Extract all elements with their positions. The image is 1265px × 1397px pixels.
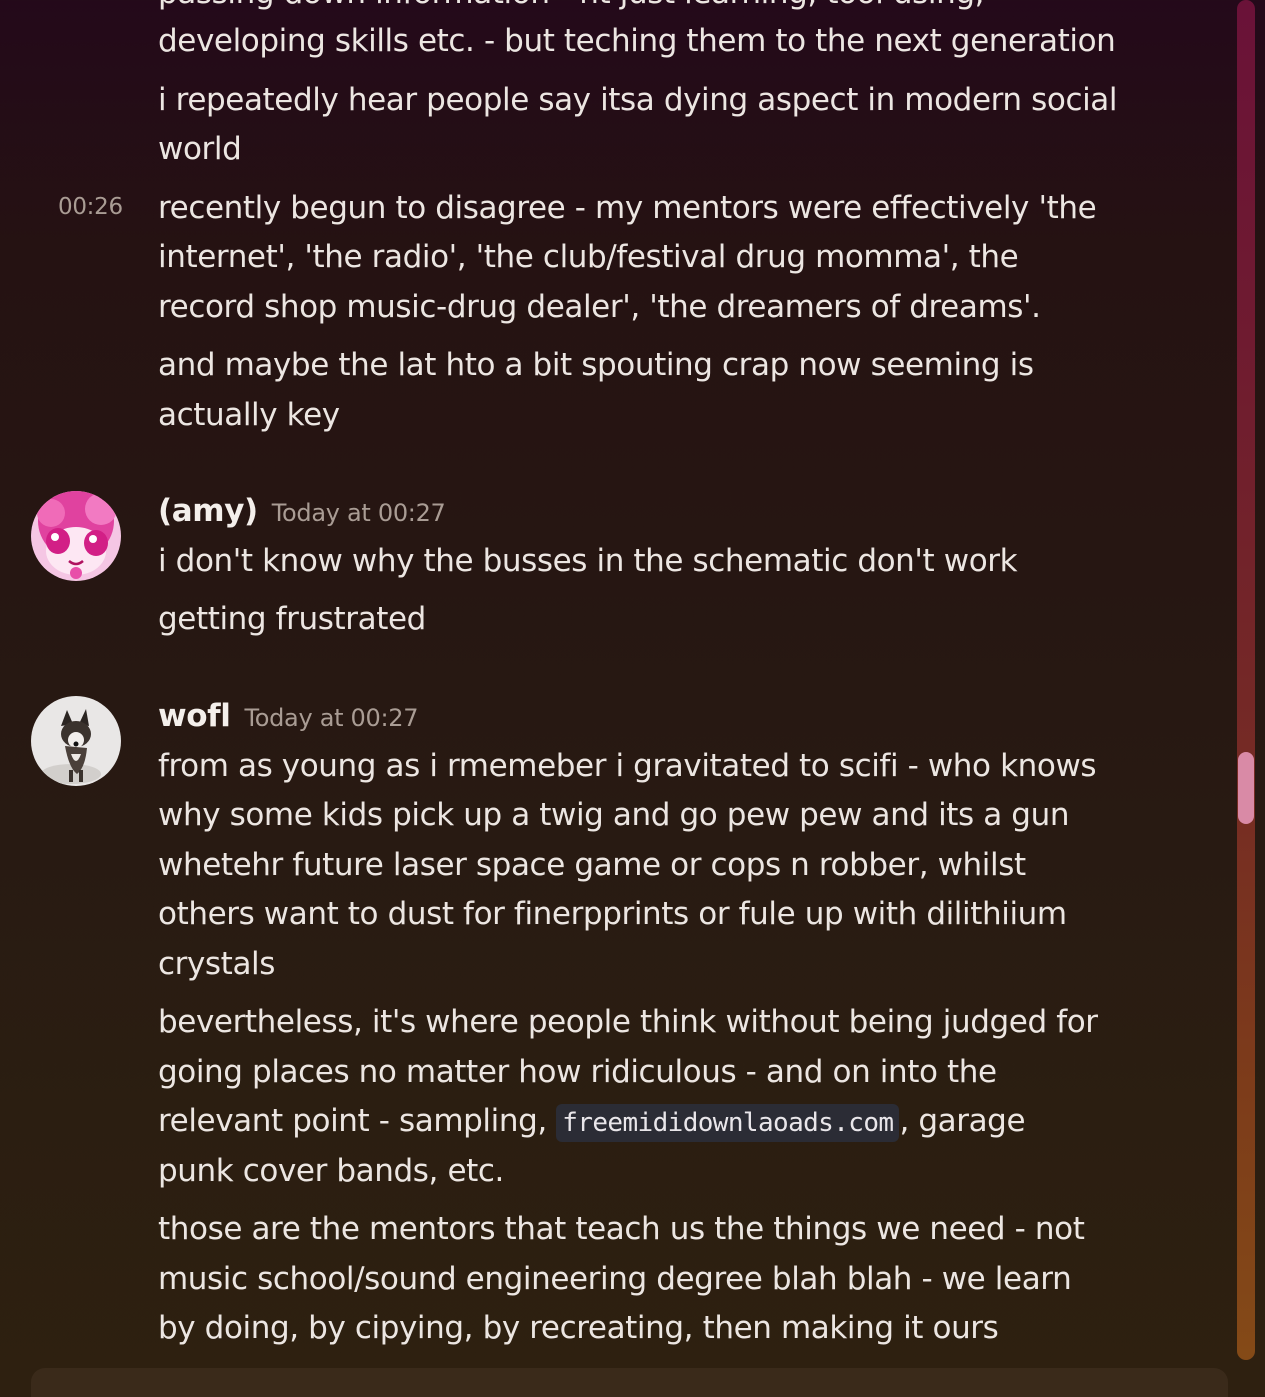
message-composer[interactable]: [31, 1368, 1228, 1397]
message-line: i repeatedly hear people say itsa dying …: [158, 82, 1118, 118]
message-line: recently begun to disagree - my mentors …: [158, 190, 1097, 226]
message-line: why some kids pick up a twig and go pew …: [158, 797, 1070, 833]
message-line: by doing, by cipying, by recreating, the…: [158, 1310, 999, 1346]
message-timestamp: Today at 00:27: [244, 704, 419, 732]
message-hover-timestamp: 00:26: [58, 194, 123, 220]
scrollbar-track[interactable]: [1237, 0, 1255, 1360]
message-line: from as young as i rmemeber i gravitated…: [158, 748, 1097, 784]
author-name[interactable]: wofl: [158, 698, 231, 734]
message-line: actually key: [158, 397, 340, 433]
message-text: , garage: [899, 1103, 1026, 1139]
avatar-amy[interactable]: [31, 491, 121, 581]
message-line: punk cover bands, etc.: [158, 1153, 504, 1189]
message-line: whetehr future laser space game or cops …: [158, 847, 1026, 883]
message-line: passing down information - nt just learn…: [158, 0, 1118, 19]
message-text: relevant point - sampling,: [158, 1103, 557, 1139]
message-line: relevant point - sampling, freemididownl…: [158, 1097, 1118, 1149]
husky-dog-avatar-icon: [31, 696, 121, 786]
message-line: getting frustrated: [158, 601, 426, 637]
message-author[interactable]: wofl Today at 00:27: [158, 698, 419, 734]
message-line: going places no matter how ridiculous - …: [158, 1054, 997, 1090]
anime-pink-avatar-icon: [31, 491, 121, 581]
message-line: developing skills etc. - but teching the…: [158, 23, 1116, 59]
message-line: and maybe the lat hto a bit spouting cra…: [158, 347, 1034, 383]
message-line: bevertheless, it's where people think wi…: [158, 1004, 1098, 1040]
message-list[interactable]: passing down information - nt just learn…: [0, 0, 1236, 1397]
message-line: crystals: [158, 946, 276, 982]
message-line: i don't know why the busses in the schem…: [158, 543, 1018, 579]
inline-code: freemididownlaoads.com: [556, 1104, 900, 1142]
message-author[interactable]: (amy) Today at 00:27: [158, 493, 446, 529]
message-timestamp: Today at 00:27: [271, 499, 446, 527]
message-line: internet', 'the radio', 'the club/festiv…: [158, 239, 1019, 275]
message-line: others want to dust for finerpprints or …: [158, 896, 1067, 932]
scrollbar-thumb[interactable]: [1238, 752, 1254, 824]
message-line: record shop music-drug dealer', 'the dre…: [158, 289, 1041, 325]
message-line: world: [158, 131, 242, 167]
author-name[interactable]: (amy): [158, 493, 258, 529]
message-line: those are the mentors that teach us the …: [158, 1211, 1085, 1247]
avatar-wofl[interactable]: [31, 696, 121, 786]
message-line: music school/sound engineering degree bl…: [158, 1261, 1072, 1297]
